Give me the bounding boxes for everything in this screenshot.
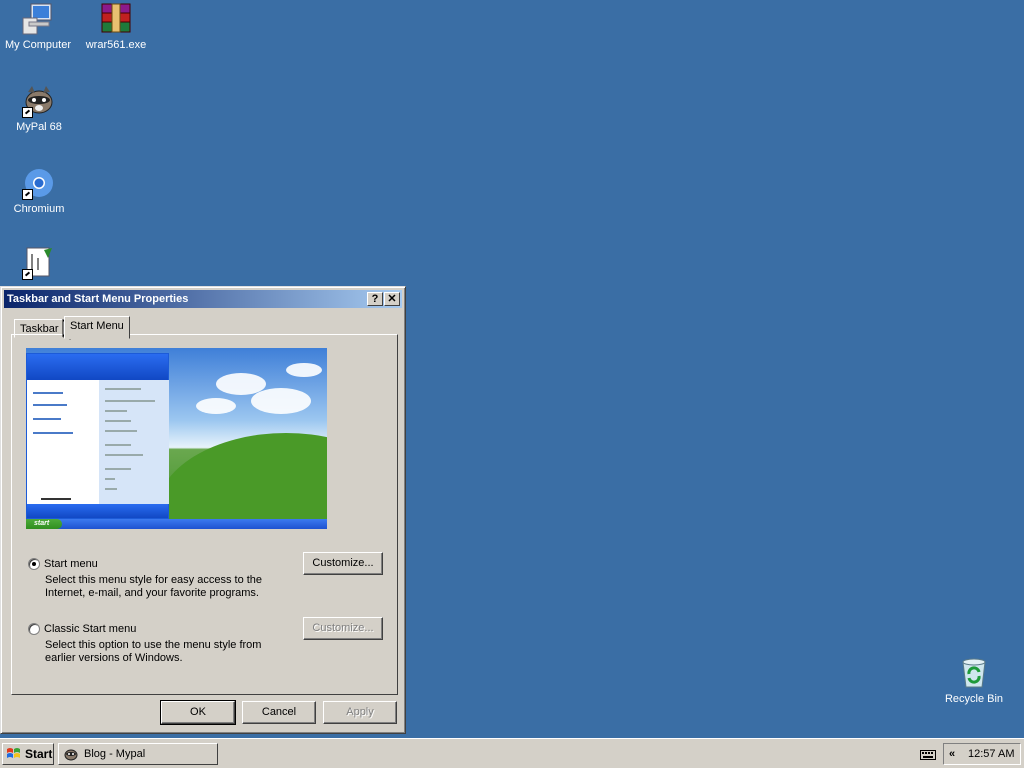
winrar-archive-icon — [99, 2, 133, 36]
shortcut-arrow-icon — [22, 269, 33, 280]
close-button[interactable]: ✕ — [384, 292, 400, 306]
task-button-blog-mypal[interactable]: Blog - Mypal — [58, 743, 218, 765]
classic-start-menu-option-label: Classic Start menu — [44, 623, 137, 635]
tab-start-menu[interactable]: Start Menu — [64, 316, 130, 339]
desktop-icon-my-computer[interactable]: My Computer — [0, 2, 78, 51]
windows-logo-icon — [7, 748, 20, 758]
desktop-icon-spreadsheet[interactable] — [0, 246, 79, 283]
desktop-icon-wrar561[interactable]: wrar561.exe — [76, 2, 156, 51]
task-button-label: Blog - Mypal — [84, 748, 146, 760]
system-tray: « 12:57 AM — [943, 743, 1021, 765]
clock[interactable]: 12:57 AM — [968, 744, 1014, 764]
preview-start-label: start — [26, 519, 62, 529]
shortcut-arrow-icon — [22, 189, 33, 200]
my-computer-icon — [21, 2, 55, 36]
desktop-icon-label: My Computer — [4, 39, 72, 51]
chromium-icon — [22, 166, 56, 200]
start-button[interactable]: Start — [2, 743, 54, 765]
help-button[interactable]: ? — [367, 292, 383, 306]
desktop-icon-label: Chromium — [13, 203, 65, 215]
classic-description-line2: earlier versions of Windows. — [45, 652, 183, 664]
dialog-title: Taskbar and Start Menu Properties — [7, 293, 189, 305]
desktop-icon-recycle-bin[interactable]: Recycle Bin — [934, 656, 1014, 705]
tab-label: Start Menu — [70, 320, 124, 332]
start-menu-option-label: Start menu — [44, 558, 98, 570]
start-menu-radio[interactable] — [28, 558, 40, 570]
customize-start-menu-button[interactable]: Customize... — [303, 552, 383, 575]
desktop-icon-label: Recycle Bin — [944, 693, 1004, 705]
classic-start-menu-radio[interactable] — [28, 623, 40, 635]
tray-expand-chevron-icon[interactable]: « — [949, 744, 955, 764]
desktop-icon-label: wrar561.exe — [85, 39, 147, 51]
start-menu-description-line2: Internet, e-mail, and your favorite prog… — [45, 587, 259, 599]
start-menu-preview-image: start — [26, 348, 327, 529]
ok-button[interactable]: OK — [160, 700, 236, 725]
start-menu-description-line1: Select this menu style for easy access t… — [45, 574, 263, 586]
spreadsheet-shortcut-icon — [22, 246, 56, 280]
recycle-bin-icon — [957, 656, 991, 690]
keyboard-icon[interactable] — [920, 748, 936, 760]
cancel-button[interactable]: Cancel — [242, 701, 316, 724]
desktop-icon-label: MyPal 68 — [16, 121, 62, 133]
start-label: Start — [25, 747, 53, 761]
desktop-icon-chromium[interactable]: Chromium — [0, 166, 79, 215]
preview-start-menu — [26, 353, 169, 519]
apply-button[interactable]: Apply — [323, 701, 397, 724]
mypal-raccoon-icon — [64, 749, 78, 761]
taskbar: Start Blog - Mypal « 12:57 AM — [0, 738, 1024, 768]
desktop-icon-mypal[interactable]: MyPal 68 — [0, 84, 79, 133]
mypal-raccoon-icon — [22, 84, 56, 118]
shortcut-arrow-icon — [22, 107, 33, 118]
dialog-titlebar[interactable]: Taskbar and Start Menu Properties ? ✕ — [4, 290, 402, 308]
customize-classic-button[interactable]: Customize... — [303, 617, 383, 640]
classic-description-line1: Select this option to use the menu style… — [45, 639, 262, 651]
